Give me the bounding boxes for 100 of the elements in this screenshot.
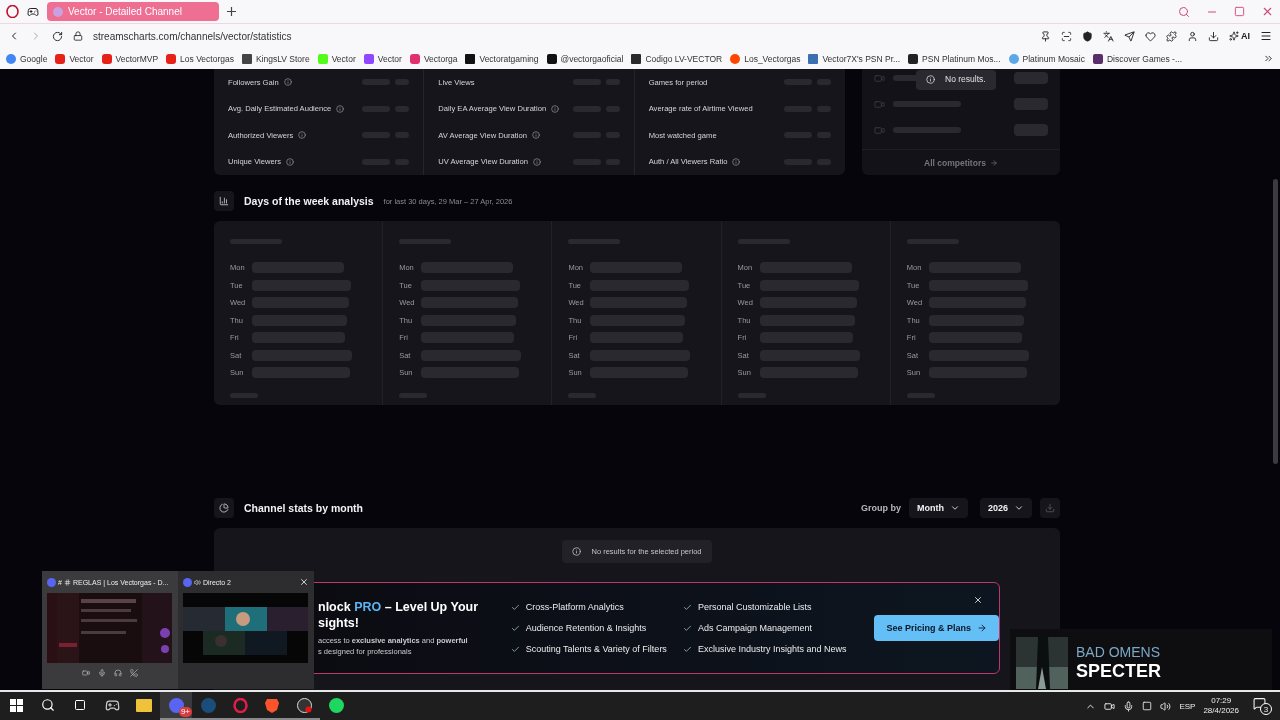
info-icon[interactable] <box>336 104 345 113</box>
check-icon <box>510 623 520 633</box>
reload-icon[interactable] <box>52 30 63 42</box>
language-indicator[interactable]: ESP <box>1179 701 1196 711</box>
bookmark-link[interactable]: Vector7X's PSN Pr... <box>808 53 901 64</box>
feature-text: Cross-Platform Analytics <box>525 602 624 612</box>
more-bookmarks-icon[interactable] <box>1263 53 1274 64</box>
year-dropdown[interactable]: 2026 <box>979 498 1032 519</box>
sparkle-icon[interactable] <box>1229 31 1239 41</box>
bookmark-icon <box>363 53 374 64</box>
heart-icon[interactable] <box>1145 30 1156 42</box>
send-icon[interactable] <box>1124 30 1135 42</box>
bookmark-icon <box>730 53 741 64</box>
ai-button[interactable]: AI <box>1241 31 1250 41</box>
maximize-icon[interactable] <box>1234 6 1245 17</box>
speaker-icon <box>194 578 201 586</box>
info-icon[interactable] <box>551 104 560 113</box>
bookmark-icon <box>908 53 919 64</box>
info-icon[interactable] <box>298 131 307 140</box>
check-icon <box>682 644 692 654</box>
bookmark-link[interactable]: VectorMVP <box>101 53 159 64</box>
bookmark-link[interactable]: PSN Platinum Mos... <box>908 53 1001 64</box>
menu-icon[interactable] <box>1260 30 1272 42</box>
bookmark-link[interactable]: @vectorgaoficial <box>546 53 624 64</box>
snapshot-icon[interactable] <box>1061 30 1072 42</box>
info-icon[interactable] <box>532 131 540 140</box>
hang-up-icon[interactable] <box>130 669 138 677</box>
bookmark-link[interactable]: Vector <box>317 53 356 64</box>
loading-bar <box>893 101 961 107</box>
scrollbar[interactable] <box>1273 179 1278 464</box>
feature-text: Exclusive Industry Insights and News <box>697 644 847 654</box>
pin-icon[interactable] <box>1040 30 1051 42</box>
loading-bar <box>893 127 961 133</box>
bookmark-link[interactable]: Los Vectorgas <box>166 53 234 64</box>
download-icon <box>1045 503 1055 514</box>
download-icon[interactable] <box>1208 30 1219 42</box>
favicon-icon <box>53 6 63 17</box>
close-icon <box>973 595 983 605</box>
clock[interactable]: 07:29 28/4/2026 <box>1203 696 1239 716</box>
all-competitors-link[interactable]: All competitors <box>862 149 1060 175</box>
section-title: Channel stats by month <box>244 502 363 515</box>
bookmark-link[interactable]: Google <box>6 53 48 64</box>
check-icon <box>510 644 520 654</box>
check-icon <box>682 623 692 633</box>
close-icon[interactable] <box>299 577 309 587</box>
arrow-icon <box>977 623 987 633</box>
headphones-icon[interactable] <box>114 669 122 677</box>
pie-chart-icon <box>214 498 234 519</box>
bookmark-link[interactable]: Los_Vectorgas <box>730 53 801 64</box>
bookmark-link[interactable]: Vector <box>363 53 402 64</box>
profile-icon[interactable] <box>1187 30 1198 42</box>
bookmark-icon <box>409 53 420 64</box>
artist-name: BAD OMENS <box>1076 644 1161 660</box>
shield-icon[interactable] <box>1082 30 1093 42</box>
info-icon[interactable] <box>283 78 292 87</box>
info-icon[interactable] <box>286 157 295 166</box>
bookmark-link[interactable]: Codigo LV-VECTOR <box>631 53 723 64</box>
folder-icon <box>136 698 152 712</box>
group-by-dropdown[interactable]: Month <box>908 498 968 519</box>
group-by-label: Group by <box>860 503 901 514</box>
info-icon <box>572 546 582 556</box>
info-icon[interactable] <box>532 157 541 166</box>
bookmark-link[interactable]: Vectorga <box>409 53 458 64</box>
app-icon <box>104 697 120 713</box>
browser-logo-icon[interactable] <box>6 5 19 18</box>
bookmark-link[interactable]: Vectoratgaming <box>465 53 539 64</box>
extensions-icon[interactable] <box>1166 30 1177 42</box>
feature-text: Audience Retention & Insights <box>525 623 647 633</box>
bookmark-link[interactable]: Vector <box>55 53 94 64</box>
bookmark-icon <box>317 53 328 64</box>
bookmark-link[interactable]: Platinum Mosaic <box>1008 53 1085 64</box>
bookmark-icon <box>631 53 642 64</box>
check-icon <box>682 602 692 612</box>
info-icon[interactable] <box>732 157 741 166</box>
bookmark-link[interactable]: KingsLV Store <box>241 53 310 64</box>
close-button[interactable] <box>973 595 983 605</box>
bookmark-link[interactable]: Discover Games -... <box>1092 53 1182 64</box>
song-title: SPECTER <box>1076 660 1162 682</box>
close-icon[interactable] <box>1261 5 1274 18</box>
notification-count: 3 <box>1260 703 1272 715</box>
volume-icon[interactable] <box>1160 700 1172 712</box>
gamepad-icon[interactable] <box>27 5 39 18</box>
pricing-button[interactable]: See Pricing & Plans <box>874 615 999 641</box>
camera-icon[interactable] <box>1104 700 1116 712</box>
promo-title: sights! <box>318 615 360 631</box>
app-icon <box>328 697 344 713</box>
new-tab-icon[interactable] <box>227 7 236 16</box>
bookmark-icon <box>166 53 177 64</box>
translate-icon[interactable] <box>1103 30 1114 42</box>
network-icon[interactable] <box>1142 701 1153 711</box>
lock-icon <box>73 31 83 41</box>
address-field[interactable]: streamscharts.com/channels/vector/statistics <box>93 30 292 42</box>
bookmark-icon <box>241 53 252 64</box>
bookmark-icon <box>546 53 557 64</box>
camera-icon <box>874 98 885 110</box>
app-icon <box>232 697 248 713</box>
taskbar-button[interactable]: 9+ <box>160 692 192 720</box>
bookmark-icon <box>6 53 16 64</box>
camera-icon <box>874 124 885 136</box>
microphone-icon[interactable] <box>1123 700 1135 712</box>
